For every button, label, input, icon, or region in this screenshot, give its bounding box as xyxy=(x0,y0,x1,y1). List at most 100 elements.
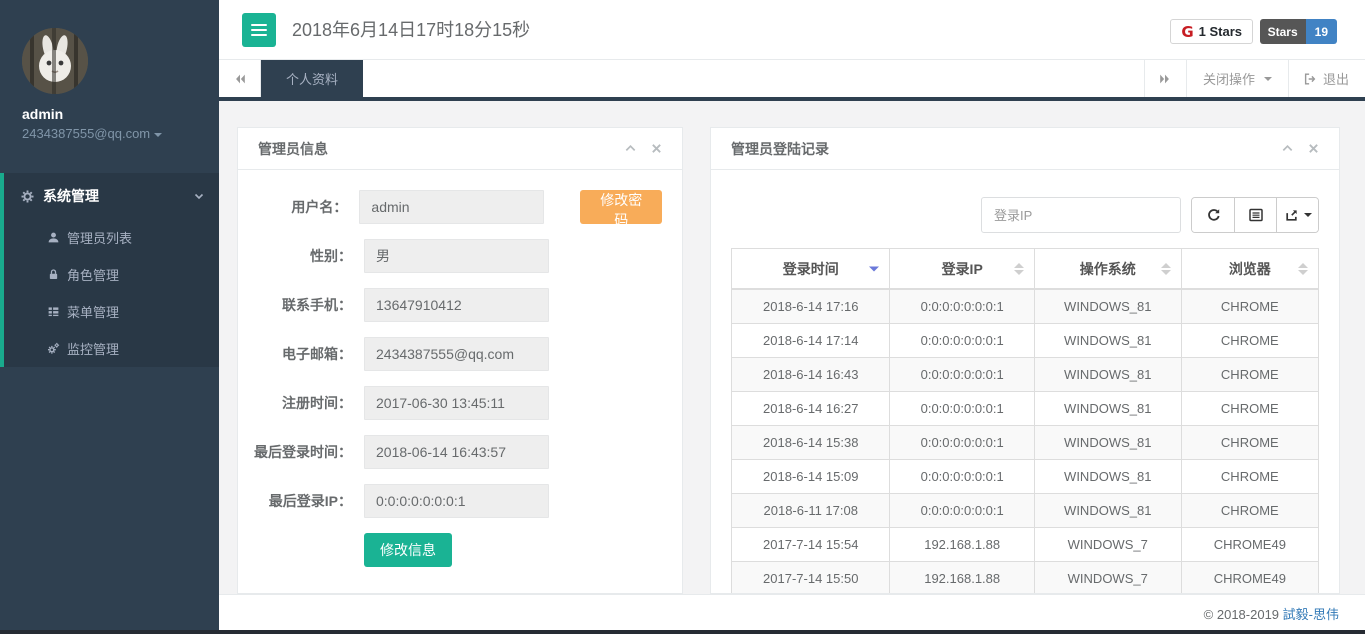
collapse-card-icon[interactable] xyxy=(624,142,637,155)
toggle-columns-button[interactable] xyxy=(1234,198,1276,232)
table-row: 2018-6-14 16:27 0:0:0:0:0:0:0:1 WINDOWS_81… xyxy=(731,391,1319,426)
chevron-down-icon xyxy=(154,132,163,137)
sort-both-icon xyxy=(1298,262,1308,275)
chevron-down-icon xyxy=(193,190,205,202)
sidebar-item-label: 监控管理 xyxy=(67,342,120,357)
field-label: 最后登录IP： xyxy=(268,493,352,509)
gender-field xyxy=(364,239,549,273)
admin-info-card: 管理员信息 用户名： 修改密码 性别： xyxy=(237,127,683,594)
double-chevron-left-icon xyxy=(235,74,245,83)
last-login-time-field xyxy=(364,435,549,469)
sidebar-item-admin-list[interactable]: 管理员列表 xyxy=(4,219,219,256)
tabs-scroll-left-button[interactable] xyxy=(219,60,261,97)
hamburger-menu-button[interactable] xyxy=(242,13,276,47)
taskbar-strip xyxy=(0,630,1365,634)
close-operations-dropdown[interactable]: 关闭操作 xyxy=(1185,60,1288,97)
form-row-register-time: 注册时间： xyxy=(246,386,662,420)
content-area: 管理员信息 用户名： 修改密码 性别： xyxy=(219,101,1365,594)
double-chevron-right-icon xyxy=(1160,74,1170,83)
rabbit-avatar-image xyxy=(22,28,88,94)
refresh-icon xyxy=(1208,209,1220,221)
lock-icon xyxy=(47,268,60,281)
caret-down-icon xyxy=(1303,213,1312,217)
copyright-text: © 2018-2019 xyxy=(1203,607,1280,622)
sign-out-icon xyxy=(1304,72,1316,85)
field-label: 电子邮箱： xyxy=(282,346,352,362)
records-table: 2018-6-14 17:16 0:0:0:0:0:0:0:1 WINDOWS_81… xyxy=(731,289,1319,593)
field-label: 联系手机： xyxy=(282,297,352,313)
column-header-login-ip[interactable]: 登录IP xyxy=(889,248,1035,289)
close-card-icon[interactable] xyxy=(651,143,662,154)
phone-field xyxy=(364,288,549,322)
stars-count-badge[interactable]: Stars 19 xyxy=(1259,19,1337,44)
export-icon xyxy=(1285,209,1297,221)
columns-icon xyxy=(1248,208,1263,222)
sidebar-item-menu-management[interactable]: 菜单管理 xyxy=(4,293,219,330)
email-field xyxy=(364,337,549,371)
table-row: 2018-6-14 16:43 0:0:0:0:0:0:0:1 WINDOWS_81… xyxy=(731,357,1319,392)
tab-profile[interactable]: 个人资料 xyxy=(261,60,364,97)
user-dropdown[interactable]: 2434387555@qq.com xyxy=(22,126,219,141)
page-title-clock: 2018年6月14日17时18分15秒 xyxy=(292,20,531,40)
sidebar: admin 2434387555@qq.com 系统管理 管理员列表 角色管理 … xyxy=(0,0,219,630)
records-table-header: 登录时间 登录IP 操作系统 浏览器 xyxy=(730,248,1320,289)
column-header-login-time[interactable]: 登录时间 xyxy=(730,248,891,289)
sidebar-item-label: 管理员列表 xyxy=(67,231,133,246)
field-label: 用户名： xyxy=(291,199,348,215)
tab-bar: 个人资料 关闭操作 退出 xyxy=(219,60,1365,101)
sidebar-item-monitor-management[interactable]: 监控管理 xyxy=(4,330,219,367)
form-row-last-login-time: 最后登录时间： xyxy=(246,435,662,469)
sidebar-username: admin xyxy=(22,106,64,122)
column-header-os[interactable]: 操作系统 xyxy=(1033,248,1182,289)
field-label: 注册时间： xyxy=(282,395,352,411)
author-link[interactable]: 試毅-思伟 xyxy=(1283,607,1339,622)
sort-desc-icon xyxy=(869,266,880,271)
list-icon xyxy=(47,305,60,318)
card-title: 管理员信息 xyxy=(258,140,328,157)
search-input[interactable] xyxy=(981,197,1181,233)
form-row-phone: 联系手机： xyxy=(246,288,662,322)
close-card-icon[interactable] xyxy=(1308,143,1319,154)
field-label: 性别： xyxy=(310,248,352,264)
sidebar-item-label: 系统管理 xyxy=(43,188,99,204)
last-login-ip-field xyxy=(364,484,549,518)
field-label: 最后登录时间： xyxy=(254,444,352,460)
form-row-submit: 修改信息 xyxy=(246,533,662,567)
table-row: 2017-7-14 15:50 192.168.1.88 WINDOWS_7 CHRO… xyxy=(731,561,1319,593)
column-header-browser[interactable]: 浏览器 xyxy=(1180,248,1320,289)
profile-block: admin 2434387555@qq.com xyxy=(0,0,219,159)
logout-button[interactable]: 退出 xyxy=(1287,60,1365,97)
username-field xyxy=(359,190,545,224)
form-row-username: 用户名： 修改密码 xyxy=(246,190,662,228)
form-row-email: 电子邮箱： xyxy=(246,337,662,371)
collapse-card-icon[interactable] xyxy=(1281,142,1294,155)
register-time-field xyxy=(364,386,549,420)
update-info-button[interactable]: 修改信息 xyxy=(364,533,452,567)
nav-group-system: 系统管理 管理员列表 角色管理 菜单管理 监控管理 xyxy=(0,173,219,367)
export-button[interactable] xyxy=(1276,198,1318,232)
user-icon xyxy=(47,231,60,244)
gitee-stars-button[interactable]: G 1 Stars xyxy=(1170,19,1253,44)
main-area: 2018年6月14日17时18分15秒 G 1 Stars Stars 19 个… xyxy=(219,0,1365,630)
table-row: 2018-6-14 15:09 0:0:0:0:0:0:0:1 WINDOWS_81… xyxy=(731,459,1319,494)
form-row-gender: 性别： xyxy=(246,239,662,273)
refresh-button[interactable] xyxy=(1192,198,1234,232)
user-email: 2434387555@qq.com xyxy=(22,126,151,141)
table-row: 2018-6-11 17:08 0:0:0:0:0:0:0:1 WINDOWS_81… xyxy=(731,493,1319,528)
table-toolbar xyxy=(731,197,1319,233)
table-row: 2018-6-14 17:14 0:0:0:0:0:0:0:1 WINDOWS_81… xyxy=(731,323,1319,358)
table-row: 2017-7-14 15:54 192.168.1.88 WINDOWS_7 CHRO… xyxy=(731,527,1319,562)
caret-down-icon xyxy=(1263,76,1272,81)
records-table-scroll-area[interactable]: 2018-6-14 17:16 0:0:0:0:0:0:0:1 WINDOWS_81… xyxy=(731,289,1319,593)
sidebar-item-system-management[interactable]: 系统管理 xyxy=(4,173,219,219)
table-row: 2018-6-14 15:38 0:0:0:0:0:0:0:1 WINDOWS_81… xyxy=(731,425,1319,460)
sort-both-icon xyxy=(1013,262,1024,275)
sidebar-item-role-management[interactable]: 角色管理 xyxy=(4,256,219,293)
change-password-button[interactable]: 修改密码 xyxy=(580,190,662,228)
tabs-scroll-right-button[interactable] xyxy=(1143,60,1186,97)
sidebar-nav: 系统管理 管理员列表 角色管理 菜单管理 监控管理 xyxy=(0,173,219,367)
admin-dashboard: admin 2434387555@qq.com 系统管理 管理员列表 角色管理 … xyxy=(0,0,1365,634)
avatar[interactable] xyxy=(22,28,88,94)
topbar: 2018年6月14日17时18分15秒 G 1 Stars Stars 19 xyxy=(219,0,1365,60)
sort-both-icon xyxy=(1160,262,1171,275)
